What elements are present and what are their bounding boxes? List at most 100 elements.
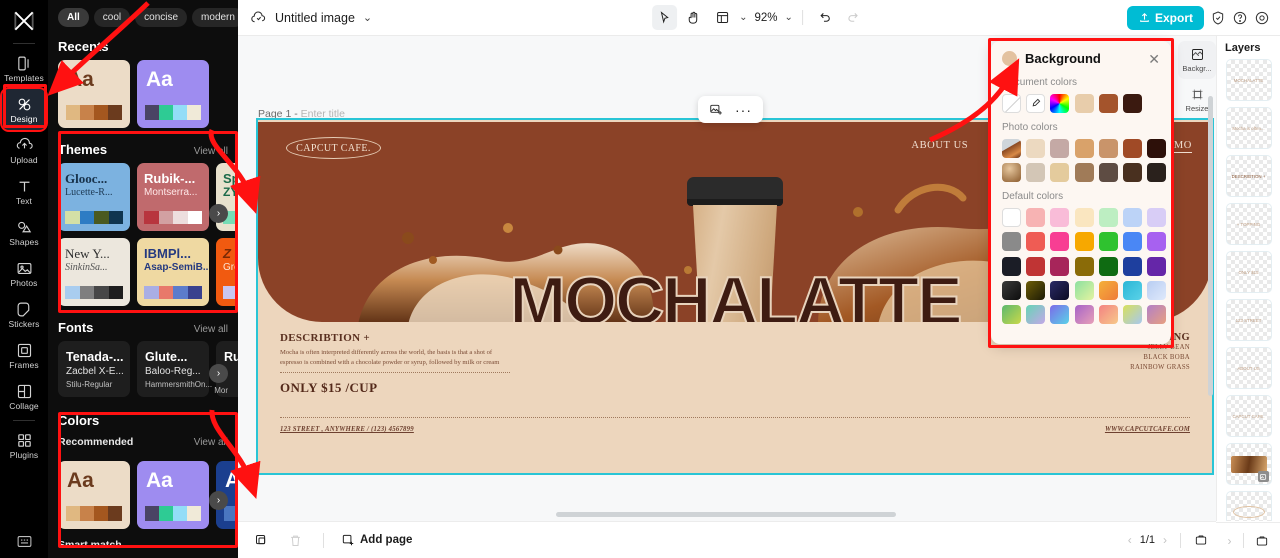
swatch-default-2-1[interactable] [1026,256,1046,276]
chevron-left-icon[interactable]: ‹ [1128,533,1132,547]
font-card-0[interactable]: Tenada-... Zacbel X-E... Stilu-Regular [58,341,130,397]
swatch-default-3-0[interactable] [1002,280,1021,300]
swatch-photo-1-1[interactable] [1026,163,1046,183]
table-row[interactable]: Mocha is often... [1225,107,1272,149]
swatch-photo-1-5[interactable] [1122,163,1142,183]
swatch-photo-0-5[interactable] [1122,139,1142,158]
swatch-rainbow-picker[interactable] [1050,94,1070,113]
chip-all[interactable]: All [58,8,89,27]
swatch-default-3-1[interactable] [1026,280,1046,300]
swatch-default-2-5[interactable] [1122,256,1142,276]
swatch-default-2-6[interactable] [1147,256,1167,276]
swatch-default-0-3[interactable] [1074,208,1094,228]
undo-button[interactable] [812,5,837,30]
table-row[interactable]: ABOUT US [1225,347,1272,389]
resize-tool-button[interactable]: Resize [1178,81,1216,119]
swatch-photo-0-2[interactable] [1050,139,1070,158]
capcut-logo-icon[interactable] [7,6,41,36]
swatch-default-4-0[interactable] [1002,304,1021,324]
hand-tool-button[interactable] [681,5,706,30]
shield-icon[interactable] [1210,10,1226,26]
swatch-default-4-3[interactable] [1074,304,1094,324]
chevron-down-icon[interactable]: ⌄ [363,11,372,24]
add-page-button[interactable]: Add page [341,533,412,547]
colors-next-button[interactable]: › [209,491,228,510]
zoom-level[interactable]: 92% [751,12,780,24]
swatch-photo-1-6[interactable] [1147,163,1167,183]
theme-card-0[interactable]: Glooc... Lucette-R... [58,163,130,231]
close-icon[interactable]: ✕ [1148,52,1160,66]
swatch-default-1-5[interactable] [1122,232,1142,252]
swatch-default-2-3[interactable] [1074,256,1094,276]
table-row[interactable]: + TOPPING [1225,203,1272,245]
table-row[interactable]: CAPCUT CAFE. [1225,395,1272,437]
sidebar-item-frames[interactable]: Frames [2,335,46,376]
chevron-right-icon[interactable]: › [1163,533,1167,547]
table-row[interactable]: DESCRIBTION + [1225,155,1272,197]
page-thumbnail-icon[interactable] [1255,534,1269,548]
swatch-default-1-6[interactable] [1147,232,1167,252]
theme-card-4[interactable]: IBMPl... Asap-SemiB... [137,238,209,306]
current-background-swatch[interactable] [1002,51,1017,66]
theme-card-1[interactable]: Rubik-... Montserra... [137,163,209,231]
swatch-photo-0-3[interactable] [1074,139,1094,158]
swatch-photo-0-6[interactable] [1147,139,1167,158]
recents-card-1[interactable]: Aa [137,60,209,128]
fonts-next-button[interactable]: › [209,364,228,383]
swatch-default-3-4[interactable] [1098,280,1118,300]
page-thumbnail-icon[interactable] [1194,533,1208,547]
smart-match-label[interactable]: Smart match [48,539,238,551]
sidebar-item-text[interactable]: Text [2,171,46,212]
table-row[interactable] [1225,491,1272,521]
swatch-default-2-4[interactable] [1098,256,1118,276]
recents-card-0[interactable]: Aa [58,60,130,128]
apps-grid-icon[interactable] [16,533,33,550]
sidebar-item-design[interactable]: Design [0,87,48,132]
sidebar-item-collage[interactable]: Collage [2,376,46,417]
sidebar-item-plugins[interactable]: Plugins [2,425,46,466]
document-title[interactable]: Untitled image [275,11,355,25]
theme-card-3[interactable]: New Y... SinkinSa... [58,238,130,306]
swatch-doc-3[interactable] [1122,94,1142,113]
image-replace-icon[interactable] [709,103,723,117]
table-row[interactable]: 123 STREET [1225,299,1272,341]
color-picker-icon[interactable] [1026,94,1046,113]
swatch-default-1-4[interactable] [1098,232,1118,252]
table-row[interactable]: MOCHALATTE [1225,59,1272,101]
select-tool-button[interactable] [652,5,678,30]
zoom-caret-icon[interactable]: ⌄ [785,12,793,23]
swatch-default-0-4[interactable] [1098,208,1118,228]
swatch-default-3-2[interactable] [1050,280,1070,300]
sidebar-item-photos[interactable]: Photos [2,253,46,294]
swatch-photo-1-3[interactable] [1074,163,1094,183]
more-horizontal-icon[interactable]: ··· [735,102,752,118]
horizontal-scrollbar[interactable] [556,512,896,517]
layout-tool-button[interactable] [710,5,735,30]
swatch-default-0-2[interactable] [1050,208,1070,228]
chip-modern[interactable]: modern [192,8,238,27]
table-row[interactable]: ONLY $15 [1225,251,1272,293]
background-tool-button[interactable]: Backgr... [1178,41,1216,79]
help-circle-icon[interactable] [1232,10,1248,26]
swatch-default-1-2[interactable] [1050,232,1070,252]
chip-concise[interactable]: concise [135,8,188,27]
chip-cool[interactable]: cool [93,8,131,27]
sidebar-item-stickers[interactable]: Stickers [2,294,46,335]
export-button[interactable]: Export [1126,5,1204,30]
themes-view-all[interactable]: View all [194,146,228,157]
swatch-default-4-4[interactable] [1098,304,1118,324]
color-card-0[interactable]: Aa [58,461,130,529]
swatch-default-1-0[interactable] [1002,232,1021,252]
swatch-photo-1-2[interactable] [1050,163,1070,183]
duplicate-page-button[interactable] [250,529,272,551]
swatch-default-4-6[interactable] [1147,304,1167,324]
swatch-default-4-1[interactable] [1026,304,1046,324]
swatch-default-3-5[interactable] [1122,280,1142,300]
themes-next-button[interactable]: › [209,204,228,223]
color-card-1[interactable]: Aa [137,461,209,529]
theme-card-5[interactable]: Z Gro [216,238,238,306]
colors-view-all[interactable]: View all [194,437,228,448]
swatch-default-0-1[interactable] [1026,208,1046,228]
page-title-input[interactable]: Enter title [301,108,345,120]
delete-page-button[interactable] [284,529,306,551]
